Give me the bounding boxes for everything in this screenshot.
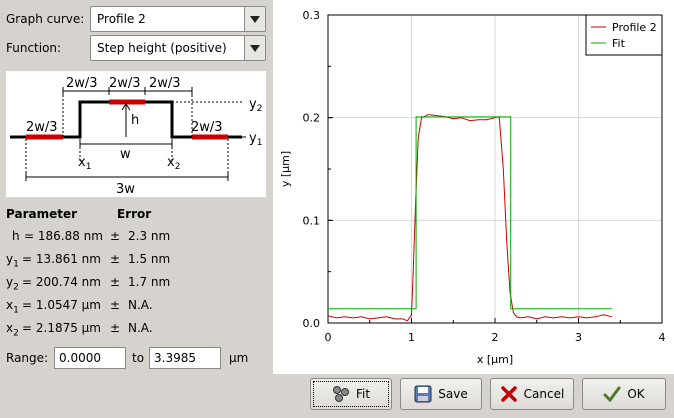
- profile-chart[interactable]: 0 1 2 3 4 0.0 0.1 0.2 0.3 x [µm] y [µm] Profile 2 Fi…: [273, 0, 674, 374]
- ok-button[interactable]: OK: [582, 378, 666, 410]
- range-unit: µm: [229, 351, 249, 365]
- chevron-down-icon[interactable]: [244, 36, 265, 60]
- step-diagram-svg: 2w/3 2w/3 2w/3 2w/3 2w/3 h w x1 x2 y2 y1: [10, 76, 262, 197]
- y-axis-label: y [µm]: [279, 151, 292, 187]
- h-label: h: [131, 113, 139, 128]
- save-icon: [414, 385, 432, 403]
- function-select[interactable]: Step height (positive): [90, 35, 266, 61]
- parameter-header: Parameter: [6, 207, 78, 221]
- close-icon: [500, 385, 518, 403]
- total-3w-label: 3w: [116, 182, 135, 197]
- function-label: Function:: [6, 41, 62, 55]
- range-from-input[interactable]: [54, 347, 126, 369]
- x-tick-label: 3: [575, 331, 582, 344]
- x-tick-label: 0: [325, 331, 332, 344]
- range-label: Range:: [6, 351, 49, 365]
- x-tick-label: 2: [492, 331, 499, 344]
- save-button[interactable]: Save: [400, 378, 482, 410]
- y-tick-label: 0.3: [303, 9, 321, 22]
- y-tick-label: 0.2: [303, 112, 321, 125]
- x2-label: x2: [167, 155, 180, 172]
- x-axis-label: x [µm]: [477, 353, 513, 366]
- step-height-diagram: 2w/3 2w/3 2w/3 2w/3 2w/3 h w x1 x2 y2 y1: [6, 71, 266, 197]
- legend-label: Profile 2: [612, 21, 657, 34]
- range-to-input[interactable]: [149, 347, 221, 369]
- check-icon: [603, 385, 621, 403]
- graph-curve-label: Graph curve:: [6, 12, 85, 26]
- seg-base-right: 2w/3: [191, 120, 223, 135]
- x-tick-label: 4: [659, 331, 666, 344]
- error-header: Error: [117, 207, 152, 221]
- y-tick-label: 0.0: [303, 317, 321, 330]
- seg-top-mid: 2w/3: [109, 76, 141, 91]
- fit-icon: [332, 385, 350, 403]
- x1-label: x1: [78, 155, 91, 172]
- graph-panel[interactable]: 0 1 2 3 4 0.0 0.1 0.2 0.3 x [µm] y [µm] Profile 2 Fi…: [273, 0, 674, 374]
- graph-curve-value: Profile 2: [97, 12, 146, 26]
- y-tick-label: 0.1: [303, 214, 321, 227]
- x-tick-label: 1: [408, 331, 415, 344]
- w-label: w: [120, 147, 131, 162]
- y2-label: y2: [249, 97, 262, 114]
- series-line-fit: [328, 116, 612, 310]
- chevron-down-icon[interactable]: [244, 7, 265, 31]
- y1-label: y1: [249, 131, 262, 148]
- function-value: Step height (positive): [97, 41, 227, 55]
- range-to-label: to: [132, 351, 145, 365]
- cancel-button[interactable]: Cancel: [490, 378, 574, 410]
- fit-button[interactable]: Fit: [310, 378, 392, 410]
- seg-base-left: 2w/3: [26, 120, 58, 135]
- legend-label: Fit: [612, 37, 626, 50]
- seg-top-left: 2w/3: [66, 76, 98, 91]
- graph-curve-select[interactable]: Profile 2: [90, 6, 266, 32]
- series-line-profile-2: [327, 114, 613, 322]
- seg-top-right: 2w/3: [149, 76, 181, 91]
